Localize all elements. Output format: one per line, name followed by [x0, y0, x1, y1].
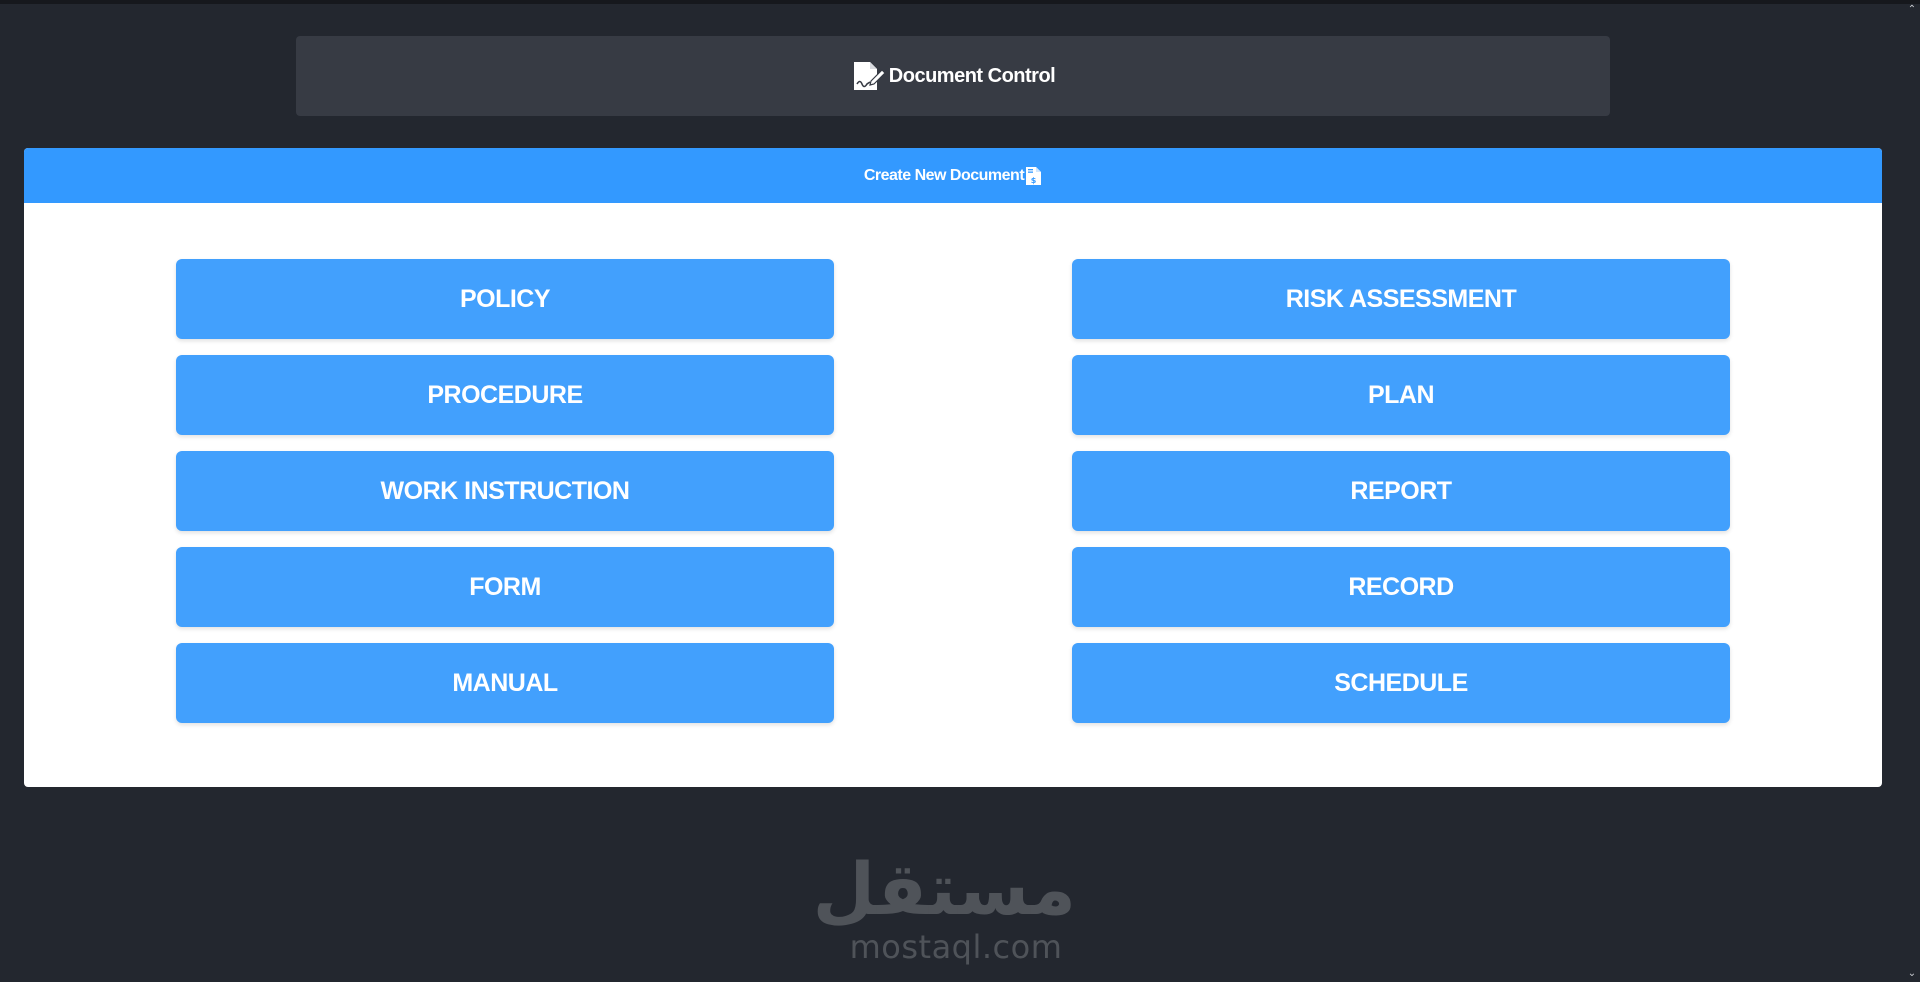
mostaql-watermark: مستقل mostaql.com: [812, 847, 1076, 968]
work-instruction-button[interactable]: WORK INSTRUCTION: [176, 451, 834, 531]
svg-text:$: $: [1031, 176, 1037, 185]
card-header: Create New Document $: [24, 148, 1882, 203]
procedure-button[interactable]: PROCEDURE: [176, 355, 834, 435]
file-invoice-dollar-icon: $: [1026, 166, 1042, 185]
app-header: Document Control: [296, 36, 1610, 116]
report-button[interactable]: REPORT: [1072, 451, 1730, 531]
watermark-latin-text: mostaql.com: [849, 928, 1063, 966]
watermark-arabic-text: مستقل: [812, 847, 1076, 931]
plan-button[interactable]: PLAN: [1072, 355, 1730, 435]
window-top-strip: [0, 0, 1920, 4]
app-title: Document Control: [888, 64, 1056, 87]
card-title: Create New Document: [863, 166, 1025, 184]
scroll-down-arrow-icon[interactable]: ⌄: [1906, 968, 1918, 980]
policy-button[interactable]: POLICY: [176, 259, 834, 339]
risk-assessment-button[interactable]: RISK ASSESSMENT: [1072, 259, 1730, 339]
scroll-up-arrow-icon[interactable]: ⌃: [1906, 4, 1918, 16]
file-signature-icon: [853, 62, 885, 90]
schedule-button[interactable]: SCHEDULE: [1072, 643, 1730, 723]
manual-button[interactable]: MANUAL: [176, 643, 834, 723]
form-button[interactable]: FORM: [176, 547, 834, 627]
create-document-card: Create New Document $ POLICY PROCEDURE W…: [24, 148, 1882, 787]
record-button[interactable]: RECORD: [1072, 547, 1730, 627]
